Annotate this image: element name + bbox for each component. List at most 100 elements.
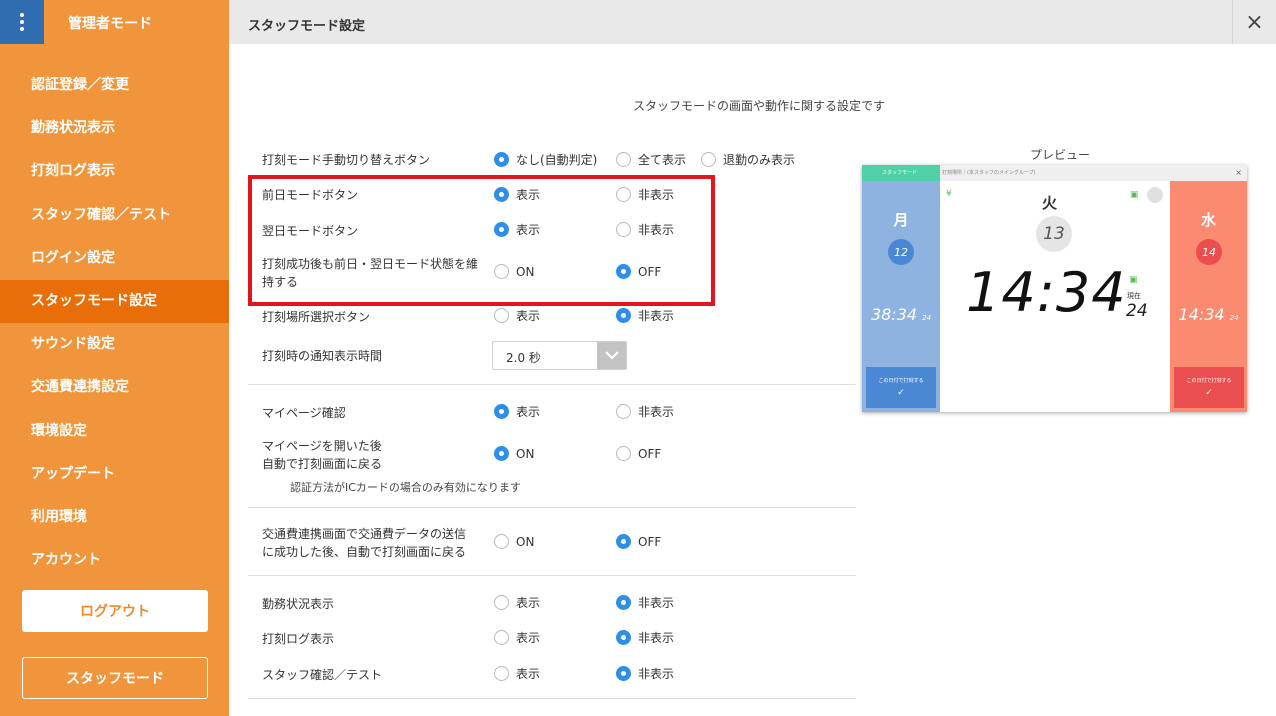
option-hide[interactable]: 非表示 [616, 594, 674, 611]
option-label: 非表示 [638, 631, 675, 645]
setting-label: マイページを開いた後 自動で打刻画面に戻る [262, 437, 382, 473]
logout-button[interactable]: ログアウト [22, 590, 208, 632]
option-label: 表示 [516, 309, 541, 323]
sidebar-item-staff-check[interactable]: スタッフ確認／テスト [0, 194, 229, 237]
option-hide[interactable]: 非表示 [616, 307, 674, 324]
staff-mode-button[interactable]: スタッフモード [22, 657, 208, 699]
radio-icon [616, 264, 631, 279]
option-on[interactable]: ON [494, 534, 534, 549]
preview-next-time-sec: 24 [1229, 314, 1239, 322]
radio-icon [494, 187, 509, 202]
radio-icon [616, 308, 631, 323]
option-off[interactable]: OFF [616, 446, 661, 461]
option-label: 表示 [516, 631, 541, 645]
option-label: なし(自動判定) [516, 153, 598, 167]
option-hide[interactable]: 非表示 [616, 629, 674, 646]
option-show[interactable]: 表示 [494, 403, 540, 420]
setting-row-transport-auto-return: 交通費連携画面で交通費データの送信 に成功した後、自動で打刻画面に戻る ON O… [262, 525, 856, 563]
preview-prev-day: 月 [893, 211, 909, 229]
option-label: ON [516, 264, 535, 279]
sidebar-header: 管理者モード [0, 0, 229, 44]
option-show-all[interactable]: 全て表示 [616, 151, 686, 168]
radio-icon [494, 630, 509, 645]
setting-label: 勤務状況表示 [262, 597, 335, 611]
option-leave-only[interactable]: 退勤のみ表示 [701, 151, 795, 168]
radio-icon [494, 308, 509, 323]
sidebar-item-sound-settings[interactable]: サウンド設定 [0, 323, 229, 366]
option-label: 全て表示 [638, 153, 687, 167]
radio-icon [616, 630, 631, 645]
preview-next-day: 水 [1200, 211, 1216, 229]
option-show[interactable]: 表示 [494, 629, 540, 646]
radio-icon [616, 222, 631, 237]
ic-card-note: 認証方法がICカードの場合のみ有効になります [290, 481, 521, 494]
option-label: 表示 [516, 405, 541, 419]
sidebar-item-account[interactable]: アカウント [0, 539, 229, 582]
option-hide[interactable]: 非表示 [616, 221, 674, 238]
option-off[interactable]: OFF [616, 264, 661, 279]
close-button[interactable]: × [1232, 0, 1276, 44]
option-hide[interactable]: 非表示 [616, 665, 674, 682]
option-label: 非表示 [638, 188, 675, 202]
preview-next-time: 14:34 24 [1170, 305, 1247, 324]
option-hide[interactable]: 非表示 [616, 403, 674, 420]
preview-current-day: 火 [1042, 194, 1058, 212]
setting-label: マイページ確認 [262, 406, 346, 420]
notification-time-select[interactable]: 2.0 秒 [492, 341, 627, 370]
sidebar-item-update[interactable]: アップデート [0, 453, 229, 496]
option-label: ON [516, 446, 535, 461]
preview-current-time: 14:34 [966, 261, 1127, 324]
check-icon: ✓ [1205, 388, 1213, 398]
option-label: OFF [638, 264, 662, 279]
option-off[interactable]: OFF [616, 534, 661, 549]
option-label: 退勤のみ表示 [723, 153, 796, 167]
preview-place-label: 打刻場所｜(本スタッフのメイングループ) [942, 170, 1036, 176]
menu-button[interactable] [0, 0, 44, 44]
divider [248, 698, 856, 699]
option-show[interactable]: 表示 [494, 307, 540, 324]
sidebar-item-environment-settings[interactable]: 環境設定 [0, 410, 229, 453]
option-show[interactable]: 表示 [494, 186, 540, 203]
option-show[interactable]: 表示 [494, 221, 540, 238]
card-icon: ▣ [1129, 275, 1138, 285]
option-show[interactable]: 表示 [494, 665, 540, 682]
preview-prev-punch-button: この日付で打刻する ✓ [866, 367, 936, 408]
option-hide[interactable]: 非表示 [616, 186, 674, 203]
select-value: 2.0 秒 [506, 351, 541, 365]
sidebar-item-auth-register[interactable]: 認証登録／変更 [0, 64, 229, 107]
option-auto[interactable]: なし(自動判定) [494, 151, 597, 168]
sidebar-item-punch-log[interactable]: 打刻ログ表示 [0, 150, 229, 193]
setting-label: 打刻モード手動切り替えボタン [262, 153, 431, 167]
setting-label: 打刻場所選択ボタン [262, 310, 371, 324]
sidebar-item-transport-settings[interactable]: 交通費連携設定 [0, 366, 229, 409]
option-label: 表示 [516, 596, 541, 610]
radio-icon [494, 222, 509, 237]
preview-next-date: 14 [1196, 239, 1222, 265]
setting-label: 打刻ログ表示 [262, 632, 335, 646]
setting-label-line2: 自動で打刻画面に戻る [262, 457, 383, 471]
setting-row-punch-mode-switch: 打刻モード手動切り替えボタン なし(自動判定) 全て表示 退勤のみ表示 [262, 150, 856, 170]
radio-icon [616, 187, 631, 202]
sidebar-item-work-status[interactable]: 勤務状況表示 [0, 107, 229, 150]
option-label: ON [516, 534, 535, 549]
sidebar-item-staff-mode-settings[interactable]: スタッフモード設定 [0, 279, 229, 324]
setting-label: 打刻時の通知表示時間 [262, 349, 383, 363]
radio-icon [701, 152, 716, 167]
setting-row-staff-check-display: スタッフ確認／テスト 表示 非表示 [262, 665, 856, 685]
sidebar-item-usage-environment[interactable]: 利用環境 [0, 496, 229, 539]
option-on[interactable]: ON [494, 264, 534, 279]
gear-icon [1147, 187, 1163, 203]
page-subtitle: スタッフモードの画面や動作に関する設定です [633, 99, 886, 113]
divider [248, 575, 856, 576]
sidebar: 管理者モード 認証登録／変更 勤務状況表示 打刻ログ表示 スタッフ確認／テスト … [0, 0, 229, 716]
option-on[interactable]: ON [494, 446, 534, 461]
preview-staff-mode-tab: スタッフモード [862, 165, 940, 181]
preview-current-date: 13 [1036, 216, 1072, 252]
preview-prev-time-sec: 24 [922, 314, 932, 322]
setting-label: 交通費連携画面で交通費データの送信 に成功した後、自動で打刻画面に戻る [262, 525, 466, 561]
option-show[interactable]: 表示 [494, 594, 540, 611]
setting-label: 打刻成功後も前日・翌日モード状態を維 持する [262, 255, 478, 291]
preview-label: プレビュー [1030, 148, 1091, 162]
sidebar-item-login-settings[interactable]: ログイン設定 [0, 237, 229, 280]
preview-next-day-column: 水 14 14:34 24 この日付で打刻する ✓ [1170, 181, 1247, 412]
